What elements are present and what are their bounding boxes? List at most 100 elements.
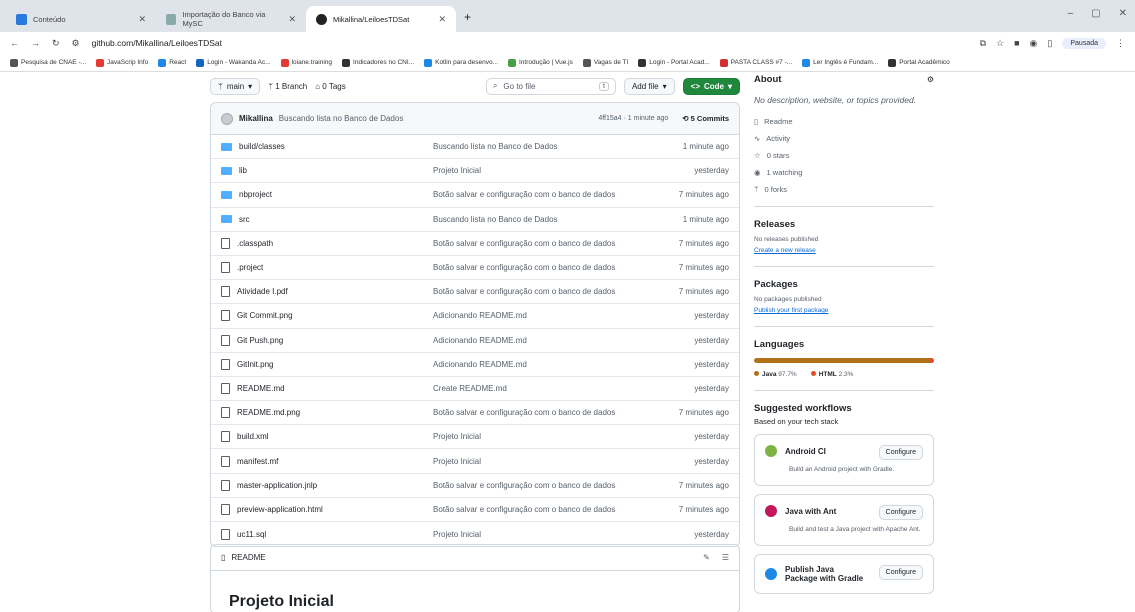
tags-link[interactable]: ⌂ 0 Tags [315,82,346,91]
avatar[interactable] [221,112,233,125]
file-name-cell[interactable]: README.md.png [221,407,433,419]
file-name[interactable]: uc11.sql [237,530,266,539]
table-row[interactable]: README.md Create README.md yesterday [211,377,739,402]
profile-paused-button[interactable]: Pausada [1062,37,1106,49]
packages-title[interactable]: Packages [754,279,934,290]
file-commit-message[interactable]: Botão salvar e configuração com o banco … [433,287,679,296]
file-name[interactable]: Git Commit.png [237,311,293,320]
settings-gear-icon[interactable]: ⚙ [927,75,934,84]
file-commit-message[interactable]: Buscando lista no Banco de Dados [433,142,683,151]
menu-icon[interactable]: ⋮ [1116,38,1125,49]
file-name-cell[interactable]: build/classes [221,142,433,151]
sidepanel-icon[interactable]: ▯ [1047,38,1052,49]
table-row[interactable]: src Buscando lista no Banco de Dados 1 min… [211,208,739,232]
file-commit-message[interactable]: Adicionando README.md [433,360,694,369]
file-name-cell[interactable]: uc11.sql [221,528,433,540]
branch-selector[interactable]: ᛘ main ▾ [210,77,261,95]
commit-message[interactable]: Buscando lista no Banco de Dados [279,114,404,123]
file-commit-message[interactable]: Projeto Inicial [433,166,694,175]
table-row[interactable]: build.xml Projeto Inicial yesterday [211,425,739,450]
table-row[interactable]: nbproject Botão salvar e configuração com… [211,183,739,208]
bookmark-item[interactable]: Introdução | Vue.js [507,58,573,67]
file-name-cell[interactable]: lib [221,166,433,175]
bookmark-item[interactable]: Login - Wakanda Ac... [196,58,271,67]
file-name[interactable]: GitInit.png [237,360,273,369]
language-item[interactable]: HTML 2.3% [810,371,853,378]
back-icon[interactable]: ← [10,38,19,48]
bookmark-item[interactable]: Kotlin para desenvo... [424,58,498,67]
file-commit-message[interactable]: Buscando lista no Banco de Dados [433,215,683,224]
close-tab-icon[interactable]: ✕ [138,14,146,25]
bookmark-item[interactable]: JavaScrip Info [96,58,148,67]
commit-author[interactable]: Mikallina [239,114,273,123]
file-name-cell[interactable]: GitInit.png [221,358,433,370]
table-row[interactable]: .project Botão salvar e configuração com … [211,256,739,281]
file-name[interactable]: nbproject [239,190,272,199]
file-commit-message[interactable]: Botão salvar e configuração com o banco … [433,408,679,417]
watching-link[interactable]: ◉ 1 watching [754,168,934,177]
table-row[interactable]: Git Commit.png Adicionando README.md yeste… [211,304,739,329]
file-name[interactable]: build/classes [239,142,285,151]
file-name[interactable]: preview-application.html [237,505,323,514]
code-button[interactable]: <> Code ▾ [682,77,740,95]
cast-icon[interactable]: ⧉ [980,38,986,49]
file-name[interactable]: src [239,215,250,224]
file-name-cell[interactable]: README.md [221,382,433,394]
close-tab-icon[interactable]: ✕ [288,14,296,25]
table-row[interactable]: Git Push.png Adicionando README.md yesterd… [211,329,739,353]
bookmark-item[interactable]: Portal Acadêmico [888,58,950,67]
configure-button[interactable]: Configure [878,505,923,520]
reload-icon[interactable]: ↻ [52,38,60,49]
bookmark-item[interactable]: Ler Inglês é Fundam... [802,58,878,67]
bookmark-item[interactable]: Login - Portal Acad... [638,58,710,67]
releases-title[interactable]: Releases [754,219,934,230]
file-commit-message[interactable]: Botão salvar e configuração com o banco … [433,263,679,272]
forward-icon[interactable]: → [31,38,40,48]
bookmark-item[interactable]: Pesquisa de CNAE -... [10,58,86,67]
edit-icon[interactable]: ✎ [703,553,710,562]
file-commit-message[interactable]: Botão salvar e configuração com o banco … [433,505,679,514]
file-commit-message[interactable]: Adicionando README.md [433,336,694,345]
close-window-icon[interactable]: ✕ [1119,8,1127,19]
table-row[interactable]: lib Projeto Inicial yesterday [211,159,739,184]
file-name[interactable]: build.xml [237,432,269,441]
bookmark-item[interactable]: Vagas de TI [582,58,628,67]
file-name-cell[interactable]: Git Push.png [221,334,433,346]
create-release-link[interactable]: Create a new release [754,247,934,254]
publish-package-link[interactable]: Publish your first package [754,307,934,314]
bookmark-item[interactable]: Indicadores no CNI... [342,58,414,67]
table-row[interactable]: .classpath Botão salvar e configuração co… [211,232,739,256]
url-field[interactable]: github.com/Mikallina/LeiloesTDSat [92,38,222,48]
file-commit-message[interactable]: Botão salvar e configuração com o banco … [433,239,679,248]
branches-link[interactable]: ᛘ 1 Branch [268,82,307,91]
file-commit-message[interactable]: Adicionando README.md [433,311,694,320]
file-name-cell[interactable]: .classpath [221,237,433,249]
close-tab-icon[interactable]: ✕ [438,14,446,25]
file-name-cell[interactable]: Git Commit.png [221,310,433,322]
file-name-cell[interactable]: build.xml [221,431,433,443]
tab-importacao[interactable]: Importação do Banco via MySC ✕ [156,6,306,32]
tab-repository[interactable]: Mikallina/LeiloesTDSat ✕ [306,6,456,32]
extension-icon[interactable]: ■ [1014,38,1019,48]
table-row[interactable]: README.md.png Botão salvar e configuração… [211,401,739,426]
file-name[interactable]: README.md [237,384,285,393]
extensions-puzzle-icon[interactable]: ◉ [1030,38,1038,49]
file-name[interactable]: master-application.jnlp [237,481,317,490]
configure-button[interactable]: Configure [878,445,923,460]
forks-link[interactable]: ᛘ 0 forks [754,185,934,194]
file-name-cell[interactable]: .project [221,262,433,274]
file-commit-message[interactable]: Projeto Inicial [433,432,694,441]
configure-button[interactable]: Configure [878,565,923,580]
file-name-cell[interactable]: master-application.jnlp [221,479,433,491]
file-name[interactable]: .project [237,263,263,272]
restore-icon[interactable]: ▢ [1091,8,1100,19]
file-commit-message[interactable]: Botão salvar e configuração com o banco … [433,190,679,199]
commits-link[interactable]: ⟲ 5 Commits [682,114,729,123]
table-row[interactable]: manifest.mf Projeto Inicial yesterday [211,449,739,474]
file-name[interactable]: lib [239,166,247,175]
file-commit-message[interactable]: Projeto Inicial [433,530,694,539]
tab-conteudo[interactable]: Conteúdo ✕ [6,6,156,32]
minimize-icon[interactable]: – [1068,8,1074,19]
bookmark-star-icon[interactable]: ☆ [996,38,1004,49]
new-tab-button[interactable]: + [464,10,471,24]
